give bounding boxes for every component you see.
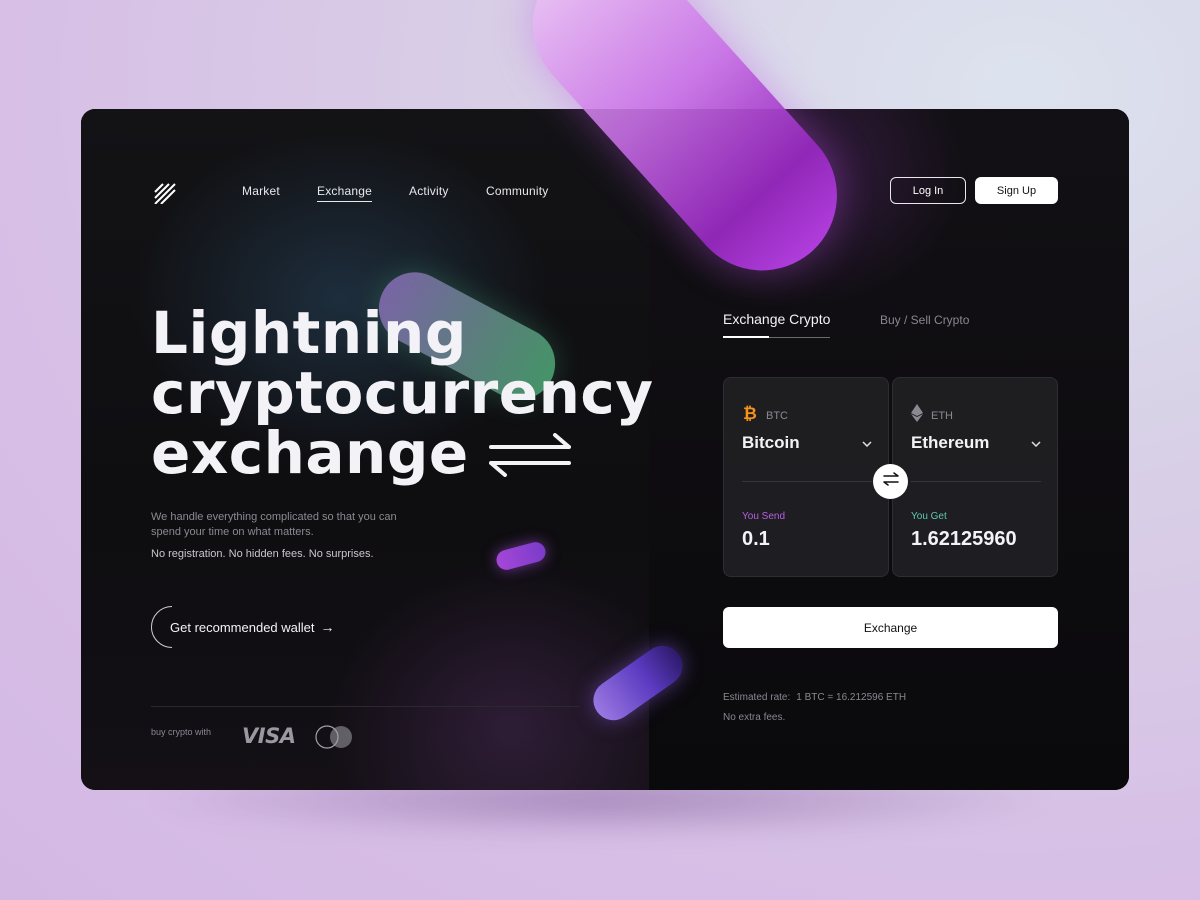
send-coin-header: ₿ BTC — [742, 404, 788, 427]
hero-title-line: cryptocurrency — [151, 359, 654, 427]
nav-exchange[interactable]: Exchange — [317, 184, 372, 202]
send-currency-box: ₿ BTC Bitcoin You Send 0.1 — [723, 377, 889, 577]
arrow-right-icon: → — [320, 619, 335, 635]
buy-with-label: buy crypto with — [151, 727, 212, 737]
get-currency-select[interactable]: Ethereum — [911, 433, 1041, 453]
tab-exchange-crypto[interactable]: Exchange Crypto — [723, 311, 831, 338]
svg-text:₿: ₿ — [743, 404, 757, 422]
you-send-label: You Send — [742, 511, 786, 522]
get-currency-name: Ethereum — [911, 433, 990, 452]
chevron-down-icon — [862, 436, 872, 450]
rate-label: Estimated rate: — [723, 692, 791, 703]
you-get-label: You Get — [911, 511, 947, 522]
swap-arrows-icon — [488, 427, 571, 487]
get-amount-value: 1.62125960 — [911, 528, 1017, 550]
visa-logo: VISA — [242, 724, 296, 748]
hero-tagline: No registration. No hidden fees. No surp… — [151, 548, 374, 560]
nav-market[interactable]: Market — [242, 184, 280, 198]
exchange-button[interactable]: Exchange — [723, 607, 1058, 648]
hero-title-line: Lightning — [151, 299, 467, 367]
send-amount-input[interactable]: 0.1 — [742, 528, 770, 551]
mastercard-icon — [315, 725, 355, 749]
send-currency-select[interactable]: Bitcoin — [742, 433, 872, 453]
hero-description: We handle everything complicated so that… — [151, 511, 397, 538]
tab-buy-sell-crypto[interactable]: Buy / Sell Crypto — [880, 313, 969, 327]
get-wallet-label: Get recommended wallet — [170, 619, 315, 635]
nav-activity[interactable]: Activity — [409, 184, 449, 198]
rate-value: 1 BTC = 16.212596 ETH — [796, 692, 907, 703]
signup-button[interactable]: Sign Up — [975, 177, 1058, 204]
get-ticker: ETH — [931, 409, 953, 422]
get-coin-header: ETH — [911, 404, 953, 427]
swap-icon — [882, 472, 899, 491]
swap-currencies-button[interactable] — [873, 464, 908, 499]
hero-title: Lightning cryptocurrency exchange — [151, 303, 654, 487]
get-wallet-button[interactable]: Get recommended wallet → — [151, 606, 335, 648]
send-currency-name: Bitcoin — [742, 433, 800, 452]
box-separator — [911, 481, 1041, 482]
estimated-rate: Estimated rate: 1 BTC = 16.212596 ETH — [723, 692, 906, 703]
divider — [151, 706, 579, 707]
fees-note: No extra fees. — [723, 712, 786, 723]
send-ticker: BTC — [766, 409, 788, 422]
bitcoin-icon: ₿ — [742, 404, 758, 427]
login-button[interactable]: Log In — [890, 177, 966, 204]
hero-title-line-text: exchange — [151, 419, 469, 487]
stripes-logo-icon[interactable] — [153, 180, 177, 205]
chevron-down-icon — [1031, 436, 1041, 450]
box-separator — [742, 481, 872, 482]
nav-community[interactable]: Community — [486, 184, 548, 198]
get-currency-box: ETH Ethereum You Get 1.62125960 — [892, 377, 1058, 577]
active-tab-indicator — [723, 336, 769, 338]
ethereum-icon — [911, 404, 923, 427]
hero-title-line-last: exchange — [151, 423, 654, 487]
